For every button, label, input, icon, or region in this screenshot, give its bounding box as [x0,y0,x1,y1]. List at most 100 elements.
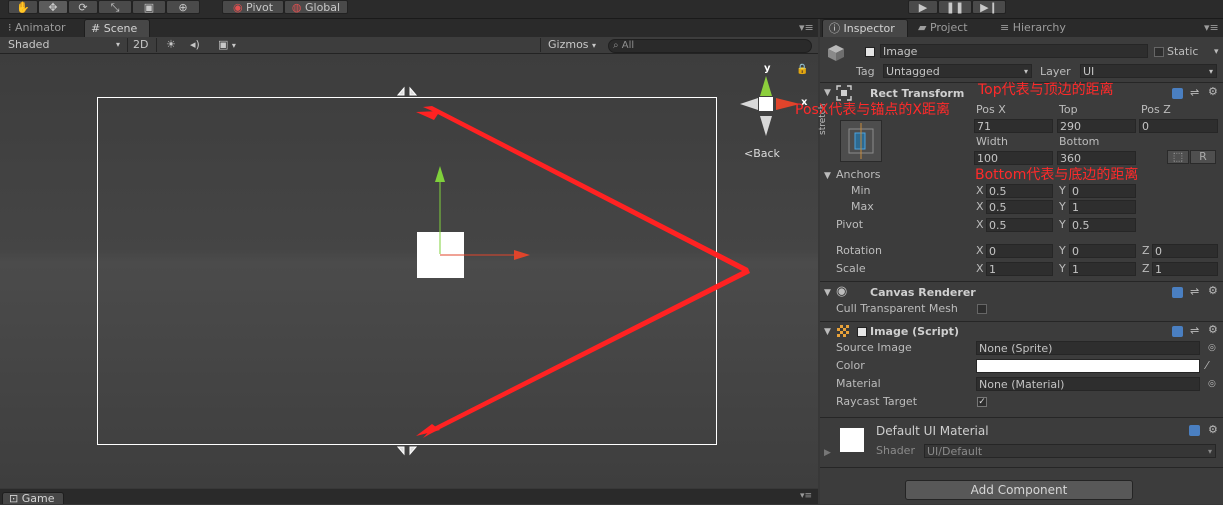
rect-tool-button[interactable]: ▣ [132,0,166,14]
gear-icon[interactable]: ⚙ [1208,284,1218,298]
help-icon[interactable] [1172,326,1183,337]
back-view-button[interactable]: <Back [744,147,780,160]
blueprint-mode-button[interactable]: ⬚ [1167,150,1189,164]
source-image-field[interactable]: None (Sprite) [976,341,1200,355]
help-icon[interactable] [1172,287,1183,298]
move-tool-button[interactable]: ✥ [38,0,68,14]
image-script-foldout-icon[interactable]: ▼ [824,325,831,339]
move-icon: ✥ [48,1,58,14]
pivot-x-field[interactable]: 0.5 [986,218,1053,232]
effects-dropdown[interactable]: ▣ ▾ [218,37,236,54]
anchor-min-y-field[interactable]: 0 [1069,184,1136,198]
scene-search-input[interactable]: ⌕ All [608,39,812,53]
image-enabled-checkbox[interactable] [857,327,867,337]
tag-dropdown[interactable]: Untagged ▾ [883,64,1032,78]
color-swatch[interactable] [976,359,1200,373]
static-checkbox[interactable] [1154,47,1164,57]
presets-icon[interactable]: ⇌ [1190,285,1199,299]
rotation-z-axis: Z [1142,244,1150,257]
layer-dropdown[interactable]: UI ▾ [1080,64,1217,78]
sun-icon: ☀ [166,38,176,51]
raycast-target-checkbox[interactable]: ✓ [977,397,987,407]
pivot-toggle[interactable]: ◉ Pivot [222,0,284,14]
pos-z-field[interactable]: 0 [1139,119,1218,133]
anchor-max-x-axis: X [976,200,984,213]
material-name: Default UI Material [876,424,989,438]
scene-viewport[interactable]: y x 🔒 <Back [0,54,818,488]
rect-icon: ▣ [143,1,155,14]
tab-animator-label: Animator [15,21,66,34]
help-icon[interactable] [1189,425,1200,436]
object-name-field[interactable]: Image [880,44,1148,58]
lighting-toggle[interactable]: ☀ [166,37,176,53]
eyedropper-icon[interactable]: ⁄ [1206,359,1208,373]
tab-hierarchy[interactable]: ≡ Hierarchy [994,19,1090,37]
material-field[interactable]: None (Material) [976,377,1200,391]
anchor-min-x-field[interactable]: 0.5 [986,184,1053,198]
scale-z-field[interactable]: 1 [1152,262,1218,276]
scene-drawing [97,76,800,456]
top-field[interactable]: 290 [1057,119,1136,133]
lock-icon[interactable]: 🔒 [796,64,808,75]
transform-tool-button[interactable]: ⊕ [166,0,200,14]
anchor-max-x-field[interactable]: 0.5 [986,200,1053,214]
orientation-gizmo [740,76,800,136]
tab-game[interactable]: ⊡ Game [2,492,64,505]
gear-icon[interactable]: ⚙ [1208,423,1218,437]
pos-x-field[interactable]: 71 [974,119,1053,133]
scale-x-axis: X [976,262,984,275]
play-button[interactable]: ▶ [908,0,938,14]
pivot-y-field[interactable]: 0.5 [1069,218,1136,232]
tab-scene[interactable]: # Scene [84,19,150,37]
hand-tool-button[interactable]: ✋ [8,0,38,14]
shading-mode-dropdown[interactable]: Shaded ▾ [8,37,126,53]
cull-transparent-checkbox[interactable] [977,304,987,314]
rotation-z-field[interactable]: 0 [1152,244,1218,258]
object-picker-icon[interactable]: ◎ [1208,377,1216,391]
add-component-button[interactable]: Add Component [905,480,1133,500]
scale-y-field[interactable]: 1 [1069,262,1136,276]
rotate-tool-button[interactable]: ⟳ [68,0,98,14]
anchor-presets-button[interactable] [840,120,882,162]
pivot-label: Pivot [246,1,274,14]
tab-inspector[interactable]: ⓘ Inspector [822,19,908,37]
help-icon[interactable] [1172,88,1183,99]
2d-toggle[interactable]: 2D [133,37,148,53]
step-button[interactable]: ▶❙ [972,0,1006,14]
panel-menu-button[interactable]: ▾≡ [797,19,817,37]
tab-animator[interactable]: ⁝ Animator [2,19,82,37]
static-label: Static [1167,45,1199,58]
gear-icon[interactable]: ⚙ [1208,323,1218,337]
scale-tool-button[interactable]: ⤡ [98,0,132,14]
object-picker-icon[interactable]: ◎ [1208,341,1216,355]
pos-x-label: Pos X [976,103,1006,116]
rotation-y-field[interactable]: 0 [1069,244,1136,258]
object-active-checkbox[interactable] [865,47,875,57]
raw-edit-button[interactable]: R [1190,150,1216,164]
audio-toggle[interactable]: ◂) [190,37,200,53]
presets-icon[interactable]: ⇌ [1190,324,1199,338]
static-dropdown-arrow-icon[interactable]: ▾ [1214,45,1219,59]
rotation-label: Rotation [836,244,883,257]
shader-dropdown[interactable]: UI/Default ▾ [924,444,1216,458]
rotate-icon: ⟳ [78,1,88,14]
gear-icon[interactable]: ⚙ [1208,85,1218,99]
global-toggle[interactable]: ◍ Global [284,0,348,14]
rect-transform-foldout-icon[interactable]: ▼ [824,86,831,100]
anchors-foldout-icon[interactable]: ▼ [824,169,831,183]
bottom-field[interactable]: 360 [1057,151,1136,165]
presets-icon[interactable]: ⇌ [1190,86,1199,100]
canvas-renderer-foldout-icon[interactable]: ▼ [824,286,831,300]
tab-project[interactable]: ▰ Project [912,19,990,37]
panel-menu-button[interactable]: ▾≡ [1202,19,1222,37]
width-field[interactable]: 100 [974,151,1053,165]
material-foldout-icon[interactable]: ▶ [824,446,831,460]
material-label: Material [836,377,881,390]
gizmo-y-label: y [764,63,771,74]
pause-button[interactable]: ❚❚ [938,0,972,14]
gizmos-dropdown[interactable]: Gizmos ▾ [548,37,596,54]
rotation-x-field[interactable]: 0 [986,244,1053,258]
scale-x-field[interactable]: 1 [986,262,1053,276]
panel-menu-button[interactable]: ▾≡ [800,491,812,501]
anchor-max-y-field[interactable]: 1 [1069,200,1136,214]
